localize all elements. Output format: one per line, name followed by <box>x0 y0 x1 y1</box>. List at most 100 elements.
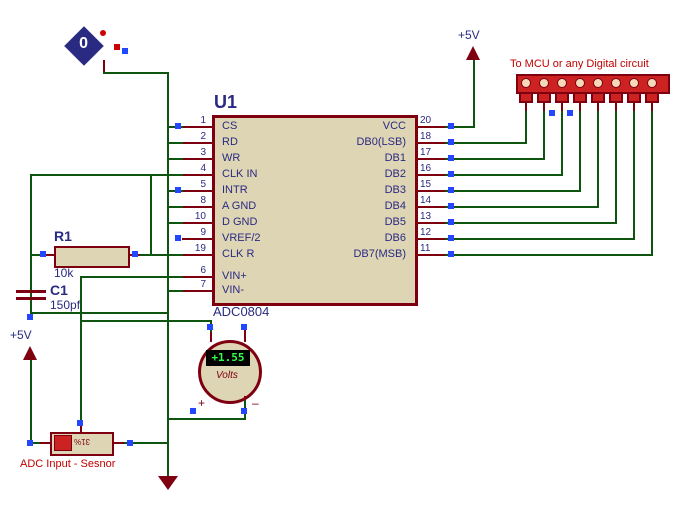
power-label: +5V <box>458 28 480 42</box>
pad <box>448 235 454 241</box>
wire <box>445 222 616 224</box>
wire <box>561 111 563 176</box>
wire <box>30 174 32 294</box>
wire <box>543 111 545 160</box>
meter-minus: – <box>252 396 259 410</box>
wire <box>167 158 183 160</box>
wire <box>112 442 124 444</box>
pad <box>175 235 181 241</box>
pin-num: 2 <box>188 131 206 142</box>
pad <box>448 251 454 257</box>
wire <box>445 190 580 192</box>
pin-num: 7 <box>188 279 206 290</box>
pin-stub <box>182 158 212 160</box>
wire <box>150 174 183 176</box>
wire <box>80 276 82 424</box>
wire <box>167 418 246 420</box>
ground-symbol <box>158 476 178 490</box>
pad <box>448 187 454 193</box>
pad <box>114 44 120 50</box>
pin-name: INTR <box>222 184 248 196</box>
connector-pin <box>647 78 657 88</box>
wire <box>244 396 246 400</box>
pad <box>241 408 247 414</box>
potentiometer: 31% <box>50 432 114 456</box>
pin-stub <box>182 238 212 240</box>
pin-name: CS <box>222 120 237 132</box>
wire <box>597 101 599 111</box>
resistor-ref: R1 <box>54 228 72 244</box>
pin-stub <box>415 158 445 160</box>
wire <box>445 142 526 144</box>
voltmeter-reading: +1.55 <box>206 350 250 366</box>
wire <box>651 111 653 256</box>
pin-stub <box>415 174 445 176</box>
wire <box>445 174 562 176</box>
pin-num: 10 <box>188 211 206 222</box>
pin-stub <box>415 126 445 128</box>
wire <box>579 111 581 192</box>
wire <box>525 101 527 111</box>
pin-name: DB4 <box>340 200 406 212</box>
pad <box>448 139 454 145</box>
pad <box>77 420 83 426</box>
pin-stub <box>415 190 445 192</box>
wire <box>445 254 652 256</box>
wire <box>473 60 475 126</box>
wire <box>30 300 32 312</box>
pad <box>127 440 133 446</box>
pin-name: DB5 <box>340 216 406 228</box>
pin-num: 6 <box>188 265 206 276</box>
pin-stub <box>415 142 445 144</box>
pin-num: 14 <box>420 195 438 206</box>
pin-stub <box>415 254 445 256</box>
power-label: +5V <box>10 328 32 342</box>
pad <box>207 324 213 330</box>
pin-stub <box>182 276 212 278</box>
wire <box>167 72 169 126</box>
pad <box>175 187 181 193</box>
pin-num: 15 <box>420 179 438 190</box>
pin-stub <box>415 206 445 208</box>
pin-num: 3 <box>188 147 206 158</box>
connector-pin <box>539 78 549 88</box>
resistor-value: 10k <box>54 266 73 280</box>
pin-name: DB2 <box>340 168 406 180</box>
wire <box>561 101 563 111</box>
cap-value: 150pf <box>50 298 80 312</box>
wire <box>103 60 105 72</box>
pin-num: 5 <box>188 179 206 190</box>
pin-name: VCC <box>340 120 406 132</box>
wire <box>80 276 183 278</box>
pin-num: 16 <box>420 163 438 174</box>
connector-pin <box>521 78 531 88</box>
pin-name: WR <box>222 152 240 164</box>
pin-stub <box>182 254 212 256</box>
pin-stub <box>182 142 212 144</box>
ic-ref: U1 <box>214 92 237 113</box>
pin-name: DB3 <box>340 184 406 196</box>
cap-ref: C1 <box>50 282 68 298</box>
wire <box>651 101 653 111</box>
pin-stub <box>182 222 212 224</box>
wire <box>525 111 527 144</box>
pin-num: 11 <box>420 243 438 254</box>
wire <box>167 126 169 476</box>
pin-stub <box>182 126 212 128</box>
pad <box>448 123 454 129</box>
wire <box>167 290 183 292</box>
pin-num: 9 <box>188 227 206 238</box>
pad <box>448 219 454 225</box>
pad <box>122 48 128 54</box>
pin-name: VIN- <box>222 284 244 296</box>
pin-num: 20 <box>420 115 438 126</box>
wire <box>445 206 598 208</box>
pin-num: 18 <box>420 131 438 142</box>
pin-name: DB0(LSB) <box>340 136 406 148</box>
pot-readout: 31% <box>74 437 90 446</box>
pad <box>549 110 555 116</box>
wire <box>167 206 183 208</box>
wire <box>167 142 183 144</box>
wire <box>167 222 183 224</box>
pad <box>448 203 454 209</box>
